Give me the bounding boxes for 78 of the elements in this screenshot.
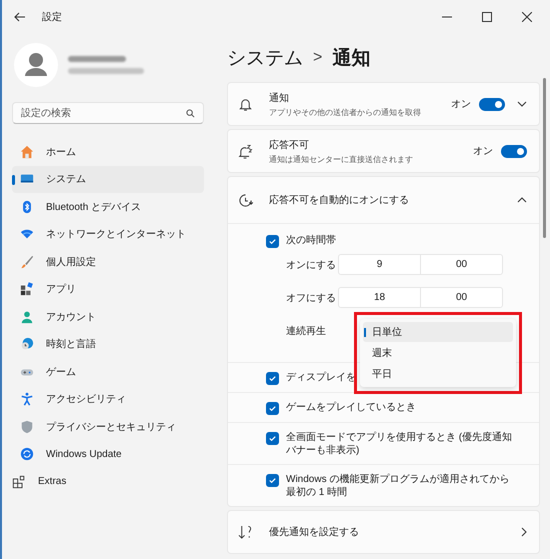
toggle-state-label: オン bbox=[451, 98, 471, 111]
sidebar-item[interactable]: アカウント bbox=[12, 303, 204, 330]
apps-icon bbox=[20, 282, 34, 296]
back-arrow-icon[interactable] bbox=[14, 12, 26, 22]
dropdown-option[interactable]: 平日 bbox=[363, 364, 513, 384]
maximize-icon[interactable] bbox=[482, 12, 492, 22]
globe-clock-icon bbox=[20, 337, 34, 352]
chevron-up-icon bbox=[517, 197, 527, 203]
brush-icon bbox=[20, 254, 34, 269]
sidebar-item[interactable]: ネットワークとインターネット bbox=[12, 220, 204, 248]
checkmark-icon bbox=[268, 237, 277, 246]
search-field[interactable]: 設定の検索 bbox=[12, 102, 204, 124]
avatar-icon bbox=[14, 43, 58, 87]
accessibility-icon bbox=[20, 392, 34, 406]
sidebar-item[interactable]: システム bbox=[12, 166, 204, 193]
checkbox-label: ディスプレイを bbox=[286, 371, 356, 384]
page-title: 通知 bbox=[332, 46, 370, 70]
chevron-right-icon bbox=[521, 527, 527, 537]
bell-icon bbox=[238, 96, 253, 112]
scrollbar[interactable] bbox=[543, 78, 546, 238]
setting-title: 通知 bbox=[269, 92, 290, 104]
setting-title: 優先通知を設定する bbox=[269, 526, 360, 539]
bell-sleep-icon bbox=[238, 144, 253, 158]
house-icon bbox=[20, 144, 34, 159]
breadcrumb-separator: > bbox=[313, 48, 322, 66]
sidebar-item[interactable]: ゲーム bbox=[12, 358, 204, 386]
checkbox[interactable] bbox=[266, 372, 279, 385]
breadcrumb-parent[interactable]: システム bbox=[227, 44, 303, 70]
sidebar-item[interactable]: Extras bbox=[12, 468, 204, 496]
setting-description: アプリやその他の送信者からの通知を取得 bbox=[269, 106, 422, 118]
close-icon[interactable] bbox=[522, 12, 532, 22]
sidebar-item[interactable]: アプリ bbox=[12, 276, 204, 303]
checkbox[interactable] bbox=[266, 402, 279, 415]
sidebar-item[interactable]: アクセシビリティ bbox=[12, 386, 204, 413]
setting-title: 応答不可を自動的にオンにする bbox=[269, 194, 410, 207]
checkmark-icon bbox=[268, 374, 277, 383]
checkbox[interactable] bbox=[266, 235, 279, 248]
checkbox-label: Windows の機能更新プログラムが適用されてから最初の 1 時間 bbox=[286, 473, 510, 499]
checkmark-icon bbox=[268, 404, 277, 413]
checkmark-icon bbox=[268, 434, 277, 443]
checkbox-label: ゲームをプレイしているとき bbox=[286, 401, 416, 414]
extras-grid-icon bbox=[12, 474, 26, 489]
search-icon bbox=[186, 109, 195, 118]
checkbox[interactable] bbox=[266, 474, 279, 487]
repeat-label: 連続再生 bbox=[286, 324, 327, 338]
checkbox-label: 全画面モードでアプリを使用するとき (優先度通知バナーも非表示) bbox=[286, 431, 514, 457]
sidebar-item[interactable]: Bluetooth とデバイス bbox=[12, 193, 204, 220]
person-icon bbox=[20, 310, 34, 324]
shield-icon bbox=[20, 420, 34, 434]
clock-icon bbox=[238, 192, 253, 208]
time-label: オフにする bbox=[286, 292, 337, 304]
checkbox[interactable] bbox=[266, 432, 279, 445]
dropdown-option[interactable]: 週末 bbox=[363, 342, 513, 363]
time-label: オンにする bbox=[286, 258, 337, 272]
priority-notifications-card[interactable]: 優先通知を設定する bbox=[227, 510, 540, 554]
setting-description: 通知は通知センターに直接送信されます bbox=[269, 154, 414, 164]
update-icon bbox=[20, 447, 34, 462]
bluetooth-icon bbox=[20, 200, 34, 214]
checkbox-label: 次の時間帯 bbox=[286, 234, 336, 247]
blurred-account-name bbox=[68, 56, 126, 62]
time-picker[interactable]: 9 00 bbox=[338, 254, 503, 275]
toggle-switch[interactable] bbox=[479, 98, 505, 110]
window-title: 設定 bbox=[42, 10, 62, 24]
chevron-down-icon[interactable] bbox=[517, 101, 527, 107]
notifications-card[interactable]: 通知 アプリやその他の送信者からの通知を取得 オン bbox=[227, 82, 540, 126]
setting-title: 応答不可 bbox=[269, 138, 310, 152]
sidebar-item[interactable]: ホーム bbox=[12, 138, 204, 166]
toggle-switch[interactable] bbox=[501, 144, 527, 158]
priority-sort-icon bbox=[238, 524, 253, 540]
dropdown-option[interactable]: 日単位 bbox=[363, 322, 513, 342]
sidebar-item[interactable]: Windows Update bbox=[12, 440, 204, 468]
checkmark-icon bbox=[268, 476, 277, 485]
sidebar-item[interactable]: 個人用設定 bbox=[12, 248, 204, 276]
auto-dnd-header[interactable]: 応答不可を自動的にオンにする bbox=[228, 177, 539, 224]
sidebar-item[interactable]: 時刻と言語 bbox=[12, 330, 204, 358]
time-picker[interactable]: 18 00 bbox=[338, 287, 503, 308]
toggle-state-label: オン bbox=[473, 145, 493, 158]
sidebar-item[interactable]: プライバシーとセキュリティ bbox=[12, 413, 204, 440]
